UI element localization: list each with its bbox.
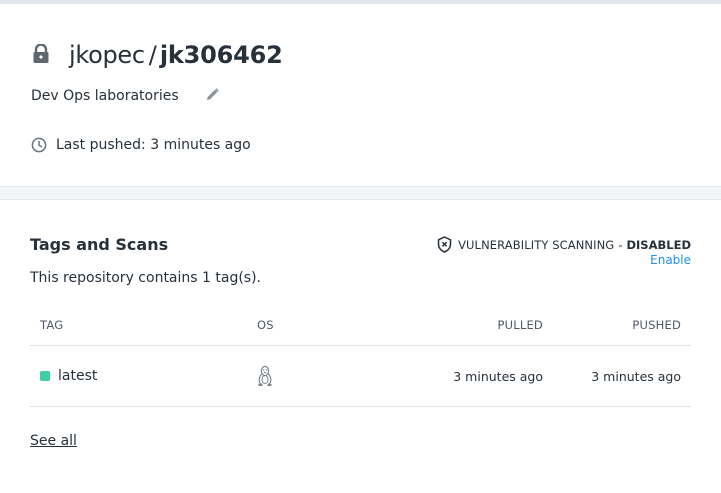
see-all-link[interactable]: See all bbox=[30, 433, 77, 449]
column-header-pulled: PULLED bbox=[497, 317, 543, 332]
clock-icon bbox=[31, 137, 47, 153]
tag-status-dot bbox=[40, 371, 50, 381]
linux-icon bbox=[258, 365, 272, 386]
column-header-os: OS bbox=[257, 317, 274, 332]
repo-header: jkopec / jk306462 Dev Ops laboratories L… bbox=[0, 4, 721, 186]
edit-icon[interactable] bbox=[206, 87, 219, 101]
repo-separator: / bbox=[148, 41, 157, 69]
tag-name[interactable]: latest bbox=[58, 368, 97, 384]
shield-icon bbox=[437, 236, 452, 253]
vulnerability-label: VULNERABILITY SCANNING bbox=[458, 237, 615, 252]
table-header: TAG OS PULLED PUSHED bbox=[30, 304, 691, 346]
section-separator bbox=[0, 186, 721, 200]
repo-owner[interactable]: jkopec bbox=[69, 41, 145, 69]
tags-count: This repository contains 1 tag(s). bbox=[30, 270, 261, 286]
table-row[interactable]: latest 3 minutes ago 3 minutes ago bbox=[30, 346, 691, 407]
pulled-cell: 3 minutes ago bbox=[453, 368, 543, 384]
lock-icon bbox=[33, 44, 49, 63]
vulnerability-separator: - bbox=[618, 237, 623, 252]
repo-title: jkopec / jk306462 bbox=[32, 40, 283, 70]
description-row: Dev Ops laboratories bbox=[31, 86, 219, 106]
tag-cell: latest bbox=[30, 368, 257, 384]
vulnerability-status: DISABLED bbox=[626, 237, 691, 252]
column-header-tag: TAG bbox=[40, 317, 64, 332]
repo-name: jk306462 bbox=[159, 41, 283, 69]
column-header-pushed: PUSHED bbox=[632, 317, 681, 332]
pushed-cell: 3 minutes ago bbox=[591, 368, 681, 384]
tags-table: TAG OS PULLED PUSHED latest 3 minutes ag… bbox=[30, 304, 691, 407]
tags-heading: Tags and Scans bbox=[30, 235, 169, 254]
os-cell bbox=[257, 365, 407, 387]
last-pushed-text: Last pushed: 3 minutes ago bbox=[56, 137, 251, 153]
tags-section: Tags and Scans This repository contains … bbox=[0, 200, 721, 493]
last-pushed-row: Last pushed: 3 minutes ago bbox=[31, 135, 251, 155]
enable-scanning-link[interactable]: Enable bbox=[650, 253, 691, 267]
vulnerability-scanning-status: VULNERABILITY SCANNING - DISABLED bbox=[437, 236, 691, 253]
repo-description: Dev Ops laboratories bbox=[31, 88, 179, 104]
